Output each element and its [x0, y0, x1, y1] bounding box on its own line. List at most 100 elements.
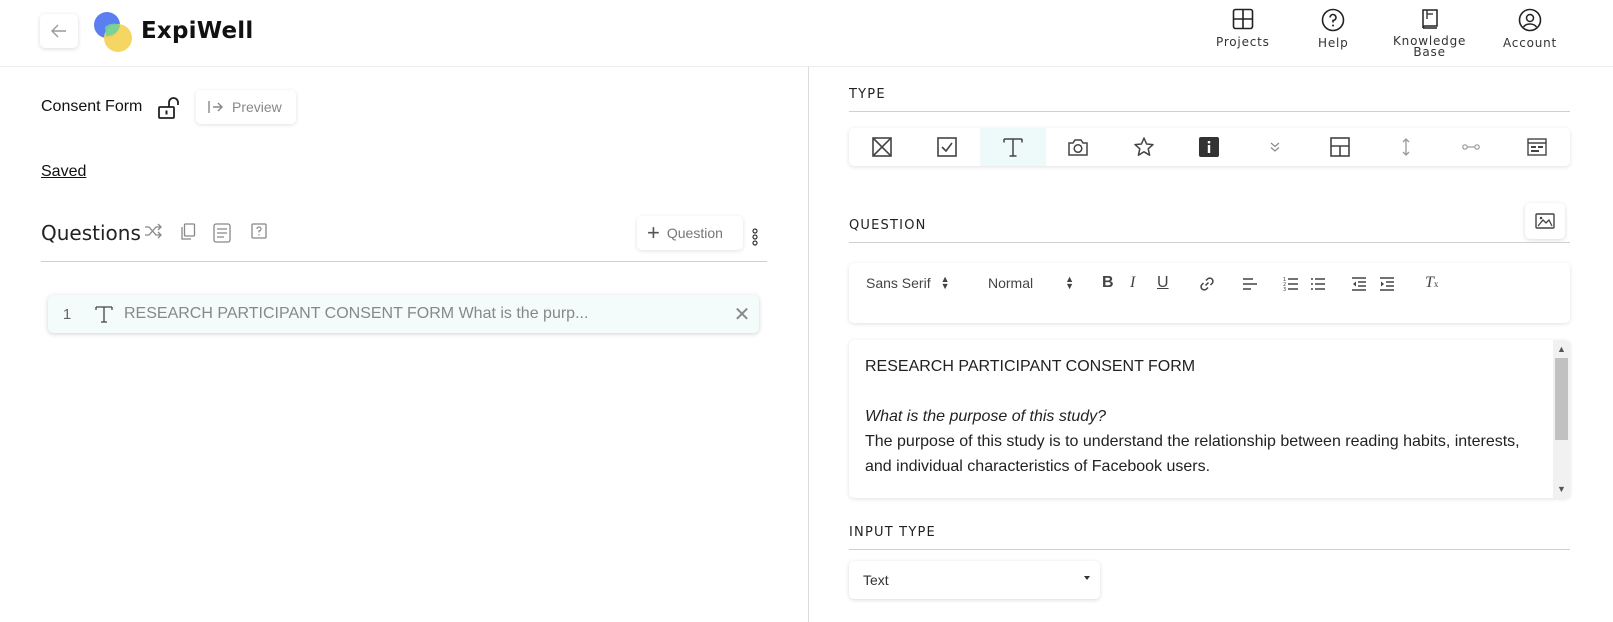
- type-section-label: TYPE: [849, 87, 886, 102]
- bullet-list-icon[interactable]: [1310, 276, 1326, 292]
- question-number: 1: [62, 305, 72, 323]
- font-size-select[interactable]: Normal ▲ ▼: [988, 274, 1075, 292]
- insert-image-button[interactable]: [1525, 203, 1565, 239]
- question-text: RESEARCH PARTICIPANT CONSENT FORM What i…: [124, 305, 589, 322]
- clear-x-icon: x: [1433, 279, 1439, 289]
- help-circle-icon: [1321, 8, 1345, 32]
- preview-label: Preview: [232, 99, 282, 115]
- back-button[interactable]: [40, 14, 78, 48]
- plus-icon: +: [647, 220, 660, 245]
- editor-line-body: The purpose of this study is to understa…: [865, 433, 1520, 475]
- user-circle-icon: [1518, 8, 1542, 32]
- more-options-icon[interactable]: [752, 228, 758, 246]
- text-type-icon: [86, 304, 122, 324]
- indent-icon[interactable]: [1379, 276, 1395, 292]
- editor-content[interactable]: RESEARCH PARTICIPANT CONSENT FORM What i…: [865, 354, 1525, 479]
- grid-icon: [1232, 8, 1254, 30]
- nav-help-label: Help: [1318, 36, 1349, 50]
- horizontal-slider-icon: [1462, 144, 1481, 150]
- bold-button[interactable]: B: [1102, 274, 1114, 292]
- type-info-button[interactable]: [1177, 128, 1243, 166]
- svg-text:3: 3: [1283, 287, 1286, 292]
- underline-button[interactable]: U: [1157, 274, 1169, 292]
- double-chevron-down-icon: [1270, 142, 1280, 152]
- scroll-up-icon[interactable]: ▲: [1553, 342, 1570, 356]
- type-dropdown-button[interactable]: [1242, 128, 1308, 166]
- outdent-icon[interactable]: [1351, 276, 1367, 292]
- select-arrows-icon: ▲ ▼: [940, 274, 950, 291]
- questions-heading: Questions: [41, 221, 141, 245]
- text-type-icon: [1003, 138, 1023, 157]
- schedule-icon: [1527, 138, 1547, 156]
- question-section-label: QUESTION: [849, 218, 927, 233]
- type-checkbox-button[interactable]: [915, 128, 981, 166]
- expiwell-logo: [94, 12, 132, 52]
- type-horizontal-slider-button[interactable]: [1439, 128, 1505, 166]
- nav-knowledge-label-2: Base: [1413, 45, 1446, 59]
- question-help-icon[interactable]: [251, 223, 267, 239]
- checkbox-icon: [937, 137, 958, 157]
- input-type-select[interactable]: Text: [849, 561, 1100, 599]
- delete-question-icon[interactable]: ✕: [725, 302, 759, 327]
- top-header: ExpiWell Projects Help Knowledge Base Ac…: [0, 0, 1613, 67]
- form-title: Consent Form: [41, 98, 143, 115]
- copy-icon[interactable]: [180, 223, 196, 241]
- box-x-icon: [871, 137, 892, 157]
- nav-projects-label: Projects: [1216, 35, 1270, 49]
- type-photo-button[interactable]: [1046, 128, 1112, 166]
- clear-format-label: T: [1425, 274, 1434, 291]
- unlock-icon[interactable]: [157, 96, 181, 120]
- image-icon: [1535, 213, 1555, 229]
- back-arrow-icon: [51, 24, 66, 38]
- preview-button[interactable]: Preview: [196, 90, 296, 124]
- add-question-label: Question: [666, 225, 723, 241]
- select-arrows-icon: ▲ ▼: [1065, 274, 1075, 291]
- preview-arrow-icon: [208, 101, 223, 113]
- brand-name: ExpiWell: [141, 18, 254, 44]
- camera-icon: [1068, 139, 1088, 156]
- editor-blank-line: [865, 379, 1525, 404]
- link-icon[interactable]: [1199, 276, 1215, 292]
- pane-divider: [808, 67, 809, 622]
- nav-projects[interactable]: Projects: [1216, 8, 1270, 48]
- shuffle-icon[interactable]: [144, 223, 162, 239]
- italic-button[interactable]: I: [1130, 274, 1135, 292]
- star-icon: [1134, 137, 1154, 156]
- font-family-select[interactable]: Sans Serif ▲ ▼: [866, 274, 950, 292]
- question-type-bar: [849, 128, 1570, 166]
- info-icon: [1199, 137, 1220, 157]
- nav-account-label: Account: [1503, 36, 1558, 50]
- type-vertical-slider-button[interactable]: [1373, 128, 1439, 166]
- editor-line-heading: RESEARCH PARTICIPANT CONSENT FORM: [865, 358, 1196, 375]
- nav-help[interactable]: Help: [1318, 8, 1349, 49]
- type-calendar-button[interactable]: [1504, 128, 1570, 166]
- scroll-down-icon[interactable]: ▼: [1553, 482, 1570, 496]
- caret-down-icon: [1084, 576, 1090, 580]
- scroll-thumb[interactable]: [1555, 358, 1568, 440]
- nav-account[interactable]: Account: [1503, 8, 1557, 49]
- list-view-icon[interactable]: [213, 223, 231, 243]
- layout-icon: [1330, 137, 1351, 157]
- question-editor[interactable]: RESEARCH PARTICIPANT CONSENT FORM What i…: [849, 340, 1570, 498]
- clear-format-button[interactable]: Tx: [1425, 274, 1438, 292]
- saved-status[interactable]: Saved: [41, 163, 86, 181]
- book-icon: [1421, 9, 1438, 29]
- font-size-value: Normal: [988, 275, 1034, 291]
- type-text-button[interactable]: [980, 128, 1046, 166]
- type-none-button[interactable]: [849, 128, 915, 166]
- add-question-button[interactable]: + Question: [637, 216, 743, 250]
- input-type-divider: [849, 549, 1570, 550]
- ordered-list-icon[interactable]: 123: [1283, 276, 1299, 292]
- type-layout-button[interactable]: [1308, 128, 1374, 166]
- question-divider: [849, 242, 1570, 243]
- rich-text-toolbar: Sans Serif ▲ ▼ Normal ▲ ▼ B I U 123 Tx: [849, 263, 1570, 323]
- editor-scrollbar[interactable]: ▲ ▼: [1553, 340, 1570, 498]
- nav-knowledge-base[interactable]: Knowledge Base: [1393, 8, 1466, 58]
- type-rating-button[interactable]: [1111, 128, 1177, 166]
- align-left-icon[interactable]: [1242, 277, 1258, 291]
- editor-line-question: What is the purpose of this study?: [865, 408, 1107, 425]
- input-type-section-label: INPUT TYPE: [849, 525, 936, 540]
- type-divider: [849, 111, 1570, 112]
- question-list-item[interactable]: 1 RESEARCH PARTICIPANT CONSENT FORM What…: [48, 295, 759, 333]
- input-type-value: Text: [863, 572, 889, 588]
